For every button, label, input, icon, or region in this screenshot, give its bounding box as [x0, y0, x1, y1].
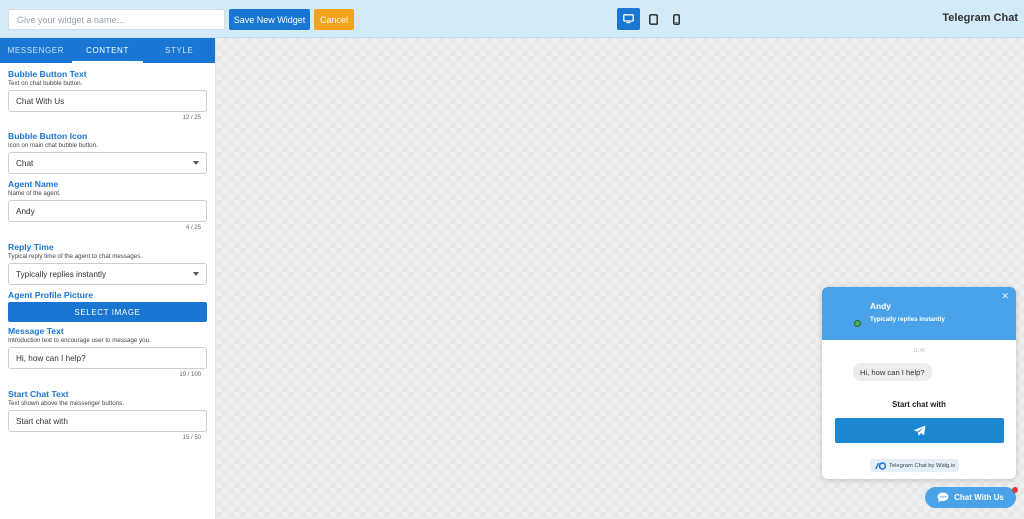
message-timestamp: 11:46 [912, 348, 926, 354]
start-chat-text-input[interactable]: Start chat with [8, 410, 207, 432]
char-counter: 12 / 25 [182, 115, 201, 121]
select-value: Chat [16, 158, 34, 168]
message-text-input[interactable]: Hi, how can I help? [8, 347, 207, 369]
field-description: Typical reply time of the agent to chat … [8, 253, 143, 260]
chat-bubble-label: Chat With Us [954, 493, 1004, 502]
widget-header: ✕ Andy Typically replies instantly [822, 287, 1016, 340]
bubble-button-text-input[interactable]: Chat With Us [8, 90, 207, 112]
input-value: Start chat with [16, 416, 68, 426]
input-value: Chat With Us [16, 96, 65, 106]
notification-dot [1012, 487, 1018, 493]
caret-down-icon [193, 161, 199, 165]
caret-down-icon [193, 272, 199, 276]
agent-name-field: Agent Name Name of the agent. Andy 4 / 2… [8, 179, 208, 231]
field-description: Icon on main chat bubble button. [8, 142, 98, 149]
field-title: Bubble Button Text [8, 69, 87, 79]
cancel-button[interactable]: Cancel [314, 9, 354, 30]
chat-widget-preview: ✕ Andy Typically replies instantly 11:46… [822, 287, 1016, 479]
mobile-icon [673, 13, 680, 25]
field-title: Bubble Button Icon [8, 131, 88, 141]
field-title: Agent Name [8, 179, 59, 189]
tab-content[interactable]: CONTENT [71, 38, 144, 63]
input-value: Andy [16, 206, 35, 216]
field-title: Reply Time [8, 242, 54, 252]
widget-agent-name: Andy [870, 301, 891, 311]
char-counter: 19 / 100 [179, 372, 201, 378]
tab-messenger[interactable]: MESSENGER [0, 38, 72, 63]
powered-by-text: Telegram Chat by Widg.io [889, 462, 956, 469]
chat-icon [937, 492, 949, 503]
reply-time-field: Reply Time Typical reply time of the age… [8, 242, 208, 285]
desktop-icon [623, 14, 634, 24]
widgio-logo-icon [875, 461, 886, 470]
bubble-button-icon-field: Bubble Button Icon Icon on main chat bub… [8, 131, 208, 174]
field-title: Message Text [8, 326, 64, 336]
field-title: Agent Profile Picture [8, 290, 93, 300]
field-title: Start Chat Text [8, 389, 69, 399]
telegram-chat-button[interactable] [835, 418, 1004, 443]
tablet-icon [649, 13, 658, 25]
save-new-widget-button[interactable]: Save New Widget [229, 9, 310, 30]
bubble-button-icon-select[interactable]: Chat [8, 152, 207, 174]
tablet-view-button[interactable] [642, 8, 665, 30]
online-status-indicator [854, 320, 861, 327]
app-title: Telegram Chat [942, 12, 1018, 24]
telegram-send-icon [913, 425, 926, 436]
desktop-view-button[interactable] [617, 8, 640, 30]
field-description: Introduction text to encourage user to m… [8, 337, 151, 344]
select-image-button[interactable]: SELECT IMAGE [8, 302, 207, 322]
tab-style[interactable]: STYLE [143, 38, 215, 63]
top-bar: Save New Widget Cancel Telegram Chat [0, 0, 1024, 38]
agent-name-input[interactable]: Andy [8, 200, 207, 222]
message-text-field: Message Text Introduction text to encour… [8, 326, 208, 378]
input-value: Hi, how can I help? [16, 353, 86, 363]
agent-message-bubble: Hi, how can I help? [853, 363, 932, 381]
powered-by-badge[interactable]: Telegram Chat by Widg.io [870, 459, 960, 472]
settings-sidebar: MESSENGER CONTENT STYLE Bubble Button Te… [0, 38, 216, 519]
field-description: Text on chat bubble button. [8, 80, 83, 87]
widget-name-input[interactable] [8, 9, 225, 30]
start-chat-text-field: Start Chat Text Text shown above the mes… [8, 389, 208, 441]
sidebar-tabs: MESSENGER CONTENT STYLE [0, 38, 215, 63]
widget-reply-time: Typically replies instantly [870, 316, 945, 323]
close-icon[interactable]: ✕ [1001, 291, 1009, 302]
start-chat-label: Start chat with [892, 400, 946, 409]
char-counter: 4 / 25 [185, 225, 201, 231]
bubble-button-text-field: Bubble Button Text Text on chat bubble b… [8, 69, 208, 121]
field-description: Name of the agent. [8, 190, 61, 197]
field-description: Text shown above the messenger buttons. [8, 400, 124, 407]
agent-profile-picture-field: Agent Profile Picture SELECT IMAGE [8, 290, 208, 322]
chat-bubble-button[interactable]: Chat With Us [925, 487, 1016, 508]
mobile-view-button[interactable] [665, 8, 688, 30]
reply-time-select[interactable]: Typically replies instantly [8, 263, 207, 285]
char-counter: 15 / 50 [182, 435, 201, 441]
select-value: Typically replies instantly [16, 269, 107, 279]
